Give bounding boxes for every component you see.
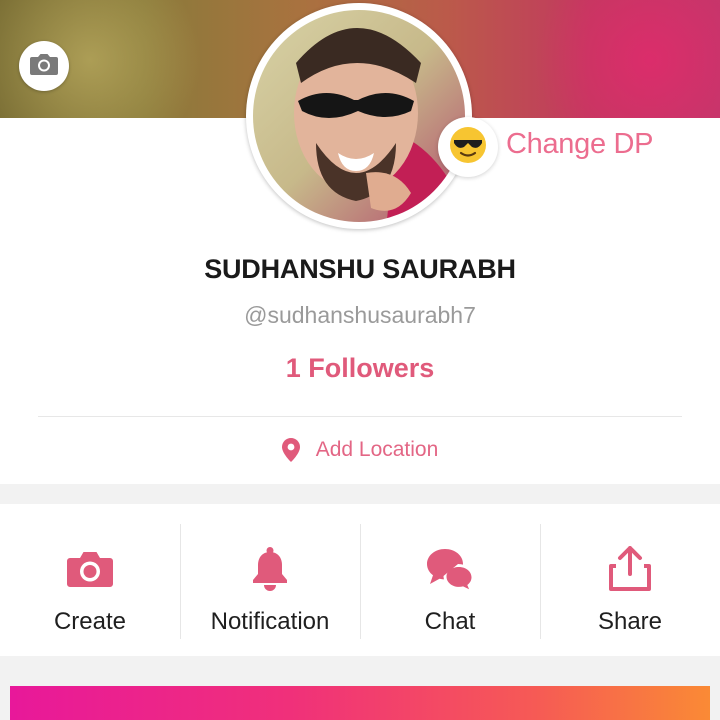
chat-button[interactable]: Chat	[360, 504, 540, 656]
map-pin-icon	[281, 438, 300, 462]
notification-button[interactable]: Notification	[180, 504, 360, 656]
profile-handle: @sudhanshusaurabh7	[244, 302, 476, 328]
change-cover-button[interactable]	[19, 41, 69, 91]
divider	[38, 416, 682, 417]
profile-card: Change DP SUDHANSHU SAURABH @sudhanshusa…	[0, 3, 720, 484]
notification-label: Notification	[210, 608, 330, 635]
camera-icon	[29, 52, 59, 81]
chat-bubbles-icon	[426, 546, 474, 592]
share-label: Share	[597, 608, 663, 635]
change-dp-emoji-button[interactable]	[438, 117, 498, 177]
promo-banner[interactable]	[10, 686, 710, 720]
sunglasses-face-emoji-icon	[448, 125, 488, 170]
avatar[interactable]	[246, 3, 472, 229]
action-bar: Create Notification Chat Share	[0, 504, 720, 656]
profile-name: SUDHANSHU SAURABH	[204, 254, 516, 284]
share-icon	[607, 546, 653, 592]
add-location-button[interactable]: Add Location	[0, 438, 720, 462]
change-dp-link[interactable]: Change DP	[506, 128, 654, 161]
camera-icon	[66, 546, 114, 592]
add-location-label: Add Location	[315, 438, 439, 461]
chat-label: Chat	[424, 608, 476, 635]
bell-icon	[250, 546, 290, 592]
share-button[interactable]: Share	[540, 504, 720, 656]
create-label: Create	[53, 608, 127, 635]
create-button[interactable]: Create	[0, 504, 180, 656]
followers-count[interactable]: 1 Followers	[0, 353, 720, 384]
